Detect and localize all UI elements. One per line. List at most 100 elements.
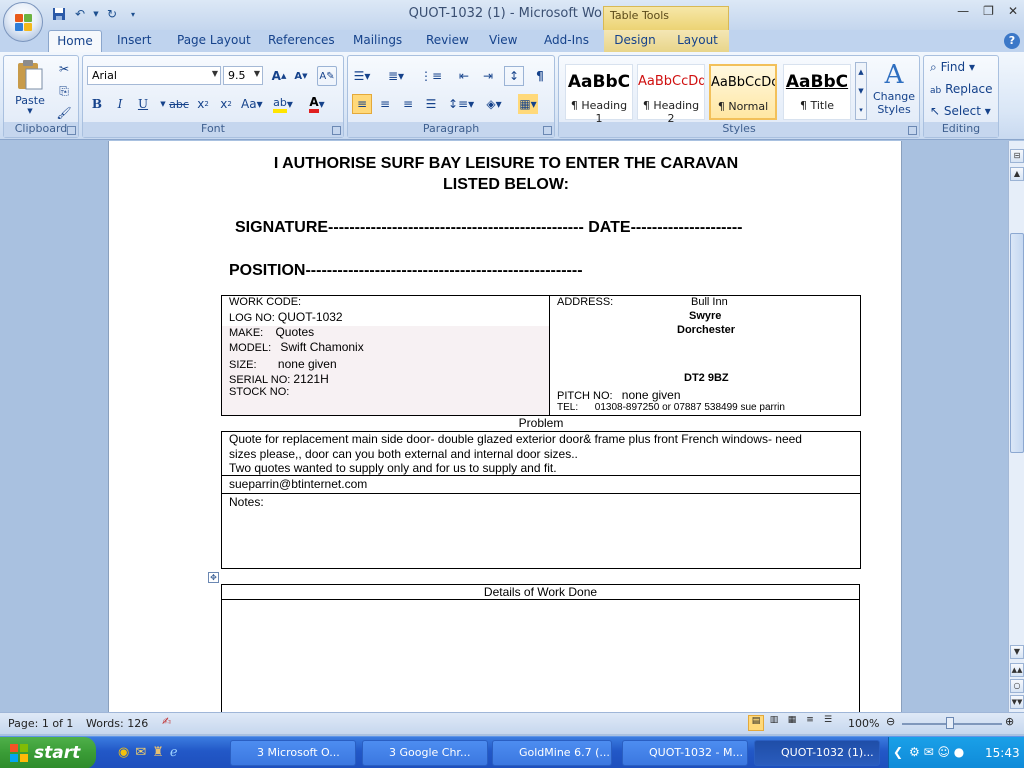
copy-icon[interactable]: ⎘ [54,81,74,101]
help-icon[interactable]: ? [1004,33,1020,49]
web-layout-icon[interactable]: ▦ [784,715,800,731]
outline-icon[interactable]: ≡ [802,715,818,731]
tab-home[interactable]: Home [48,30,102,52]
bold-icon[interactable]: B [87,94,107,114]
align-center-icon[interactable]: ≡ [375,94,395,114]
next-page-icon[interactable]: ▼▼ [1010,695,1024,709]
clock[interactable]: 15:43 [985,746,1020,760]
font-family-dropdown-icon[interactable]: ▼ [212,69,218,78]
draft-icon[interactable]: ☰ [820,715,836,731]
bullets-icon[interactable]: ☰▾ [352,66,372,86]
previous-page-icon[interactable]: ▲▲ [1010,663,1024,677]
vertical-scrollbar[interactable]: ⊟ ▲ ▼ ▲▲ ○ ▼▼ [1008,141,1024,712]
taskbar-button-goldmine[interactable]: GoldMine 6.7 (... [492,740,612,766]
word-count[interactable]: Words: 126 [86,717,148,730]
style-title[interactable]: AaBbC ¶ Title [783,64,851,120]
sort-icon[interactable]: ↕ [504,66,524,86]
tab-design[interactable]: Design [604,30,666,52]
email-cell[interactable]: sueparrin@btinternet.com [221,475,861,494]
tab-add-ins[interactable]: Add-Ins [538,30,595,52]
change-styles-button[interactable]: A Change Styles [871,60,917,116]
outlook-icon[interactable]: ✉ [135,745,146,760]
tray-expand-icon[interactable]: ❮ [893,745,903,759]
zoom-level[interactable]: 100% [848,717,879,730]
close-icon[interactable]: ✕ [1008,4,1018,18]
paragraph-launcher-icon[interactable] [543,126,552,135]
underline-icon[interactable]: U [133,94,153,114]
numbering-icon[interactable]: ≣▾ [386,66,406,86]
details-cell[interactable] [221,599,860,712]
align-right-icon[interactable]: ≡ [398,94,418,114]
format-painter-icon[interactable]: 🖌 [54,103,74,123]
justify-icon[interactable]: ☰ [421,94,441,114]
font-launcher-icon[interactable] [332,126,341,135]
zoom-out-icon[interactable]: ⊖ [886,715,895,728]
clear-formatting-icon[interactable]: A✎ [317,66,337,86]
cut-icon[interactable]: ✂ [54,59,74,79]
multilevel-list-icon[interactable]: ⋮≡ [420,66,442,86]
select-browse-object-icon[interactable]: ○ [1010,679,1024,693]
details-header-cell[interactable]: Details of Work Done [221,584,860,600]
find-button[interactable]: ⌕ Find ▾ [930,60,975,75]
taskbar-button-outlook[interactable]: 3 Microsoft O... [230,740,356,766]
caravan-details-cell[interactable]: WORK CODE: LOG NO: QUOT-1032 MAKE: Quote… [221,295,550,416]
scroll-thumb[interactable] [1010,233,1024,453]
show-formatting-icon[interactable]: ¶ [530,66,550,86]
taskbar-button-quot-1032-1[interactable]: QUOT-1032 (1)... [754,740,880,766]
tab-page-layout[interactable]: Page Layout [171,30,257,52]
strikethrough-icon[interactable]: abc [169,94,189,114]
restore-icon[interactable]: ❐ [983,4,994,18]
minimize-icon[interactable]: — [957,4,969,18]
style-heading-1[interactable]: AaBbC ¶ Heading 1 [565,64,633,125]
clipboard-launcher-icon[interactable] [67,126,76,135]
tab-view[interactable]: View [483,30,523,52]
app-launcher-icon[interactable]: ♜ [152,745,164,760]
zoom-slider-thumb[interactable] [946,717,954,729]
change-case-icon[interactable]: Aa▾ [241,94,263,114]
shading-icon[interactable]: ◈▾ [484,94,504,114]
line-spacing-icon[interactable]: ↕≡▾ [448,94,474,114]
scroll-down-icon[interactable]: ▼ [1010,645,1024,659]
tray-app-icons[interactable]: ⚙ ✉ ☺ ● [909,745,964,759]
document-page[interactable]: I AUTHORISE SURF BAY LEISURE TO ENTER TH… [108,141,902,712]
full-screen-reading-icon[interactable]: ▥ [766,715,782,731]
font-size-dropdown-icon[interactable]: ▼ [254,69,260,78]
select-button[interactable]: ↖ Select ▾ [930,104,991,118]
subscript-icon[interactable]: x2 [193,94,213,114]
tab-references[interactable]: References [262,30,341,52]
highlight-icon[interactable]: ab ▾ [273,94,293,114]
align-left-icon[interactable]: ≡ [352,94,372,114]
scroll-up-icon[interactable]: ▲ [1010,167,1024,181]
grow-font-icon[interactable]: A ▲ [269,66,289,86]
start-button[interactable]: start [0,737,96,768]
font-size-input[interactable]: 9.5 ▼ [223,66,263,85]
style-normal[interactable]: AaBbCcDc ¶ Normal [709,64,777,120]
replace-button[interactable]: ab Replace [930,82,993,96]
taskbar-button-chrome[interactable]: 3 Google Chr... [362,740,488,766]
chrome-icon[interactable]: ◉ [118,745,129,760]
style-heading-2[interactable]: AaBbCcDd ¶ Heading 2 [637,64,705,125]
paste-dropdown-icon[interactable]: ▼ [9,107,51,115]
tab-review[interactable]: Review [420,30,475,52]
taskbar-button-quot-1032[interactable]: QUOT-1032 - M... [622,740,748,766]
ie-icon[interactable]: ℯ [170,745,178,760]
superscript-icon[interactable]: x2 [216,94,236,114]
office-button[interactable] [3,2,43,42]
italic-icon[interactable]: I [110,94,130,114]
tab-insert[interactable]: Insert [111,30,157,52]
tab-mailings[interactable]: Mailings [347,30,408,52]
print-layout-icon[interactable]: ▤ [748,715,764,731]
problem-cell[interactable]: Quote for replacement main side door- do… [221,431,861,476]
shrink-font-icon[interactable]: A ▼ [291,66,311,86]
address-cell[interactable]: ADDRESS: Bull Inn Swyre Dorchester DT2 9… [549,295,861,416]
page-count[interactable]: Page: 1 of 1 [8,717,73,730]
decrease-indent-icon[interactable]: ⇤ [454,66,474,86]
notes-cell[interactable]: Notes: [221,493,861,569]
tab-layout[interactable]: Layout [666,30,729,52]
proofing-icon[interactable]: ✍ [162,715,171,728]
styles-scroll[interactable]: ▲ ▼ ▾ [855,62,867,120]
increase-indent-icon[interactable]: ⇥ [478,66,498,86]
zoom-in-icon[interactable]: ⊕ [1005,715,1014,728]
styles-launcher-icon[interactable] [908,126,917,135]
font-color-icon[interactable]: A ▾ [307,94,327,114]
